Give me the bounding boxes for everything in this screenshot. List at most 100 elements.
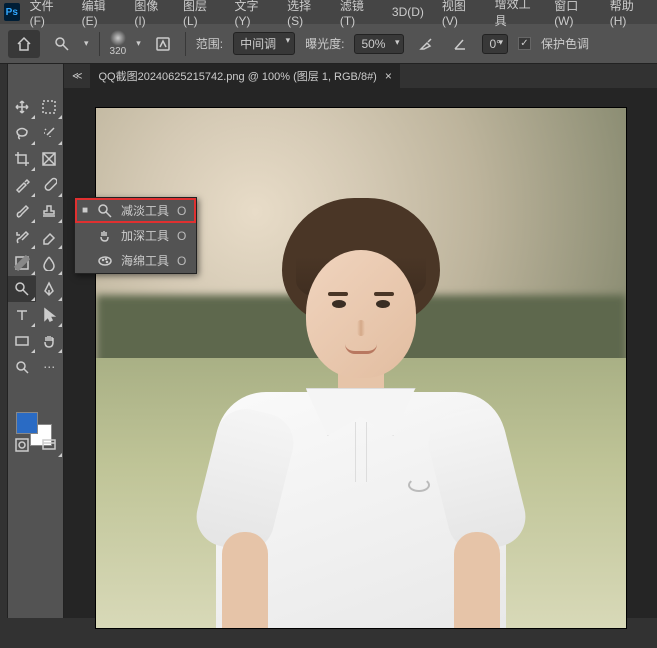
left-gutter bbox=[0, 64, 8, 618]
menu-bar: Ps 文件(F) 编辑(E) 图像(I) 图层(L) 文字(Y) 选择(S) 滤… bbox=[0, 0, 657, 24]
quick-select-tool[interactable] bbox=[36, 120, 64, 146]
edit-toolbar[interactable]: ⋯ bbox=[36, 354, 64, 380]
selected-indicator: ■ bbox=[81, 205, 89, 216]
quick-mask-icon bbox=[14, 437, 30, 453]
flyout-item-dodge[interactable]: ■ 减淡工具 O bbox=[75, 198, 196, 223]
menu-select[interactable]: 选择(S) bbox=[279, 0, 330, 31]
lasso-tool[interactable] bbox=[8, 120, 36, 146]
lollipop-icon bbox=[14, 281, 30, 297]
menu-window[interactable]: 窗口(W) bbox=[546, 0, 600, 31]
chevron-down-icon[interactable]: ▾ bbox=[84, 38, 89, 49]
app-logo: Ps bbox=[4, 3, 20, 21]
ellipsis-icon: ⋯ bbox=[43, 360, 55, 374]
history-brush-icon bbox=[14, 229, 30, 245]
screen-mode-icon bbox=[41, 437, 57, 453]
document-image bbox=[96, 108, 626, 628]
pen-icon bbox=[41, 281, 57, 297]
main-area: ⋯ ≪ QQ截图20240625215742.png @ 100% (图层 1,… bbox=[0, 64, 657, 618]
home-icon bbox=[16, 36, 32, 52]
arrow-icon bbox=[41, 307, 57, 323]
flyout-shortcut: O bbox=[177, 204, 186, 218]
document-tab[interactable]: QQ截图20240625215742.png @ 100% (图层 1, RGB… bbox=[90, 64, 399, 88]
document-tab-bar: ≪ QQ截图20240625215742.png @ 100% (图层 1, R… bbox=[64, 64, 657, 88]
dodge-tool[interactable] bbox=[8, 276, 36, 302]
lollipop-icon bbox=[97, 203, 113, 219]
zoom-tool[interactable] bbox=[8, 354, 36, 380]
stamp-tool[interactable] bbox=[36, 198, 64, 224]
blur-tool[interactable] bbox=[36, 250, 64, 276]
move-tool[interactable] bbox=[8, 94, 36, 120]
pen-tool[interactable] bbox=[36, 276, 64, 302]
range-select[interactable]: 中间调 bbox=[233, 32, 295, 55]
angle-icon bbox=[448, 32, 472, 56]
menu-filter[interactable]: 滤镜(T) bbox=[332, 0, 382, 31]
chevron-down-icon[interactable]: ▾ bbox=[136, 38, 141, 49]
rectangle-tool[interactable] bbox=[8, 328, 36, 354]
path-select-tool[interactable] bbox=[36, 302, 64, 328]
exposure-label: 曝光度: bbox=[305, 35, 344, 52]
marquee-icon bbox=[41, 99, 57, 115]
menu-type[interactable]: 文字(Y) bbox=[226, 0, 277, 31]
brush-icon bbox=[14, 203, 30, 219]
rectangle-icon bbox=[14, 333, 30, 349]
airbrush-icon bbox=[418, 36, 434, 52]
screen-mode-button[interactable] bbox=[36, 432, 64, 458]
zoom-icon bbox=[14, 359, 30, 375]
foreground-color-swatch[interactable] bbox=[16, 412, 38, 434]
toolbar: ⋯ bbox=[8, 64, 64, 618]
brush-preview-dot bbox=[110, 30, 126, 46]
eraser-tool[interactable] bbox=[36, 224, 64, 250]
brush-tool[interactable] bbox=[8, 198, 36, 224]
menu-file[interactable]: 文件(F) bbox=[22, 0, 72, 31]
crop-tool[interactable] bbox=[8, 146, 36, 172]
hand-tool[interactable] bbox=[36, 328, 64, 354]
close-tab-button[interactable]: × bbox=[385, 69, 392, 83]
menu-help[interactable]: 帮助(H) bbox=[602, 0, 653, 31]
flyout-item-sponge[interactable]: 海绵工具 O bbox=[75, 248, 196, 273]
lollipop-icon bbox=[54, 36, 70, 52]
gradient-tool[interactable] bbox=[8, 250, 36, 276]
home-button[interactable] bbox=[8, 30, 40, 58]
marquee-tool[interactable] bbox=[36, 94, 64, 120]
dodge-tool-icon[interactable] bbox=[50, 32, 74, 56]
eyedropper-icon bbox=[14, 177, 30, 193]
flyout-label: 减淡工具 bbox=[121, 202, 169, 219]
menu-layer[interactable]: 图层(L) bbox=[175, 0, 225, 31]
menu-view[interactable]: 视图(V) bbox=[434, 0, 485, 31]
exposure-select[interactable]: 50% bbox=[354, 34, 404, 54]
canvas-viewport[interactable] bbox=[64, 88, 657, 648]
angle-input[interactable]: 0° bbox=[482, 34, 507, 54]
panel-collapse-icon[interactable]: ≪ bbox=[72, 71, 82, 82]
protect-tones-checkbox[interactable]: ✓ bbox=[518, 37, 531, 50]
brush-settings-button[interactable] bbox=[151, 32, 175, 56]
flyout-label: 海绵工具 bbox=[121, 252, 169, 269]
move-icon bbox=[14, 99, 30, 115]
quick-mask-button[interactable] bbox=[8, 432, 36, 458]
divider bbox=[185, 32, 186, 56]
sponge-icon bbox=[97, 253, 113, 269]
range-label: 范围: bbox=[196, 35, 223, 52]
menu-3d[interactable]: 3D(D) bbox=[384, 2, 432, 22]
droplet-icon bbox=[41, 255, 57, 271]
menu-image[interactable]: 图像(I) bbox=[126, 0, 173, 31]
flyout-label: 加深工具 bbox=[121, 227, 169, 244]
menu-plugins[interactable]: 增效工具 bbox=[487, 0, 545, 32]
brush-size-value: 320 bbox=[110, 46, 127, 57]
frame-icon bbox=[41, 151, 57, 167]
protect-tones-label: 保护色调 bbox=[541, 35, 589, 52]
divider bbox=[99, 32, 100, 56]
menu-edit[interactable]: 编辑(E) bbox=[74, 0, 125, 31]
eyedropper-tool[interactable] bbox=[8, 172, 36, 198]
frame-tool[interactable] bbox=[36, 146, 64, 172]
flyout-item-burn[interactable]: 加深工具 O bbox=[75, 223, 196, 248]
healing-tool[interactable] bbox=[36, 172, 64, 198]
crop-icon bbox=[14, 151, 30, 167]
hand-icon bbox=[41, 333, 57, 349]
type-tool[interactable] bbox=[8, 302, 36, 328]
dodge-tool-flyout: ■ 减淡工具 O 加深工具 O 海绵工具 O bbox=[74, 197, 197, 274]
bandaid-icon bbox=[41, 177, 57, 193]
gradient-icon bbox=[14, 255, 30, 271]
history-brush-tool[interactable] bbox=[8, 224, 36, 250]
airbrush-button[interactable] bbox=[414, 32, 438, 56]
brush-preset-picker[interactable]: 320 bbox=[110, 30, 127, 57]
